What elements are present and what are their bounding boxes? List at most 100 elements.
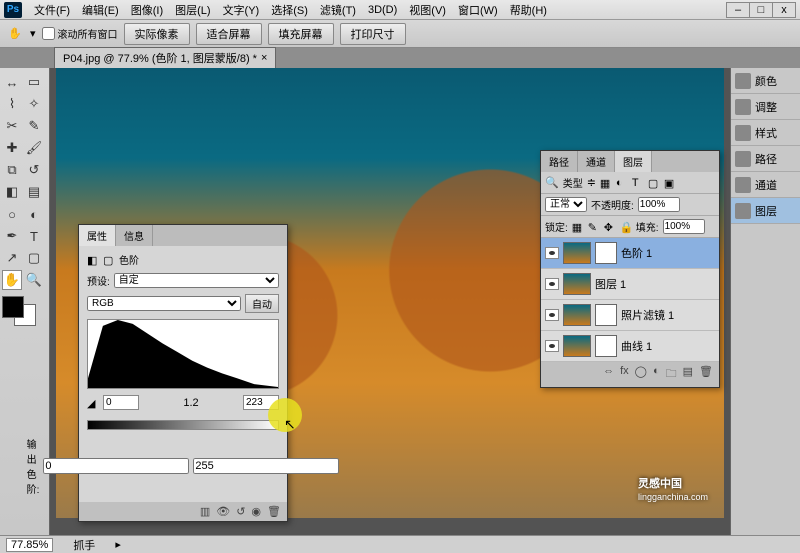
new-group-icon[interactable]: 🗀 [666,365,677,384]
eraser-tool[interactable]: ◧ [2,182,22,202]
zoom-level[interactable]: 77.85% [6,538,53,552]
mask-icon[interactable]: ▢ [103,254,115,266]
fill-screen-button[interactable]: 填充屏幕 [268,23,334,45]
color-swatches[interactable] [2,296,42,326]
gradient-tool[interactable]: ▤ [24,182,44,202]
tab-layers[interactable]: 图层 [615,151,652,172]
tab-channels[interactable]: 通道 [578,151,615,172]
dock-styles[interactable]: 样式 [731,120,800,146]
adjustment-thumb[interactable] [563,335,591,357]
filter-dropdown[interactable]: ≑ [587,176,596,189]
dock-color[interactable]: 颜色 [731,68,800,94]
layer-name[interactable]: 曲线 1 [621,338,652,354]
dodge-tool[interactable]: ◐ [24,204,44,224]
clip-icon[interactable]: ▥ [200,505,210,518]
tool-preset-dropdown[interactable]: ▾ [30,27,36,40]
close-tab-icon[interactable]: × [261,52,267,64]
pen-tool[interactable]: ✒ [2,226,22,246]
menu-window[interactable]: 窗口(W) [452,0,504,20]
menu-3d[interactable]: 3D(D) [362,2,403,18]
histogram[interactable] [87,319,279,389]
healing-tool[interactable]: ✚ [2,138,22,158]
lasso-tool[interactable]: ⌇ [2,94,22,114]
scroll-all-checkbox[interactable]: 滚动所有窗口 [42,26,118,41]
auto-button[interactable]: 自动 [245,294,279,313]
lock-transparent-icon[interactable]: ▦ [572,221,584,233]
path-tool[interactable]: ↗ [2,248,22,268]
document-tab[interactable]: P04.jpg @ 77.9% (色阶 1, 图层蒙版/8) * × [54,47,276,68]
layer-mask-thumb[interactable] [595,304,617,326]
menu-filter[interactable]: 滤镜(T) [314,0,362,20]
zoom-tool[interactable]: 🔍 [24,270,44,290]
output-black[interactable] [43,458,189,474]
blend-mode-select[interactable]: 正常 [545,197,587,212]
delete-adjustment-icon[interactable]: 🗑 [267,505,281,518]
window-close[interactable]: x [772,2,796,18]
layer-row[interactable]: 图层 1 [541,269,719,300]
dock-layers[interactable]: 图层 [731,198,800,224]
layer-mask-thumb[interactable] [595,335,617,357]
filter-shape-icon[interactable]: ▢ [648,177,660,189]
lock-all-icon[interactable]: 🔒 [620,221,632,233]
menu-edit[interactable]: 编辑(E) [76,0,125,20]
actual-pixels-button[interactable]: 实际像素 [124,23,190,45]
visibility-toggle[interactable] [545,309,559,321]
foreground-color[interactable] [2,296,24,318]
toggle-visibility-icon[interactable]: ◉ [251,505,261,518]
view-previous-icon[interactable]: 👁 [216,505,230,518]
adjustment-thumb[interactable] [563,242,591,264]
menu-view[interactable]: 视图(V) [403,0,452,20]
new-layer-icon[interactable]: ▤ [683,365,693,384]
type-tool[interactable]: T [24,226,44,246]
menu-select[interactable]: 选择(S) [265,0,314,20]
magic-wand-tool[interactable]: ✧ [24,94,44,114]
delete-layer-icon[interactable]: 🗑 [699,365,713,384]
stamp-tool[interactable]: ⧉ [2,160,22,180]
preset-select[interactable]: 自定 [114,273,279,288]
layer-mask-thumb[interactable] [595,242,617,264]
channel-select[interactable]: RGB [87,296,241,311]
shape-tool[interactable]: ▢ [24,248,44,268]
filter-adjust-icon[interactable]: ◐ [616,177,628,189]
layer-row[interactable]: 色阶 1 [541,238,719,269]
eyedropper-tool[interactable]: ✎ [24,116,44,136]
lock-position-icon[interactable]: ✥ [604,221,616,233]
layer-name[interactable]: 色阶 1 [621,245,652,261]
window-maximize[interactable]: □ [749,2,773,18]
visibility-toggle[interactable] [545,340,559,352]
filter-kind-icon[interactable]: 🔍 [545,176,559,189]
layers-panel[interactable]: 路径 通道 图层 🔍 类型 ≑ ▦ ◐ T ▢ ▣ 正常 不透明度: 锁定: ▦… [540,150,720,388]
history-brush-tool[interactable]: ↺ [24,160,44,180]
properties-panel[interactable]: 属性 信息 ◧ ▢ 色阶 预设: 自定 RGB 自动 ◢ 1.2 [78,224,288,522]
brush-tool[interactable]: 🖌 [24,138,44,158]
menu-type[interactable]: 文字(Y) [217,0,266,20]
input-white[interactable] [243,395,279,410]
output-gradient[interactable] [87,420,279,430]
scroll-all-input[interactable] [42,27,55,40]
fill-input[interactable] [663,219,705,234]
layer-name[interactable]: 照片滤镜 1 [621,307,674,323]
menu-file[interactable]: 文件(F) [28,0,76,20]
window-minimize[interactable]: – [726,2,750,18]
input-gamma[interactable]: 1.2 [143,397,239,409]
filter-type-icon[interactable]: T [632,177,644,189]
adjustment-thumb[interactable] [563,304,591,326]
layer-thumb[interactable] [563,273,591,295]
layer-row[interactable]: 曲线 1 [541,331,719,362]
filter-pixel-icon[interactable]: ▦ [600,177,612,189]
reset-icon[interactable]: ↺ [236,505,245,518]
blur-tool[interactable]: ○ [2,204,22,224]
print-size-button[interactable]: 打印尺寸 [340,23,406,45]
visibility-toggle[interactable] [545,247,559,259]
filter-smart-icon[interactable]: ▣ [664,177,676,189]
tab-paths[interactable]: 路径 [541,151,578,172]
visibility-toggle[interactable] [545,278,559,290]
tab-info[interactable]: 信息 [116,225,153,246]
hand-tool[interactable]: ✋ [2,270,22,290]
status-arrow-icon[interactable]: ▸ [115,538,121,551]
layer-fx-icon[interactable]: fx [620,365,629,384]
link-layers-icon[interactable]: ⇔ [603,365,614,384]
layer-row[interactable]: 照片滤镜 1 [541,300,719,331]
tab-properties[interactable]: 属性 [79,225,116,246]
opacity-input[interactable] [638,197,680,212]
